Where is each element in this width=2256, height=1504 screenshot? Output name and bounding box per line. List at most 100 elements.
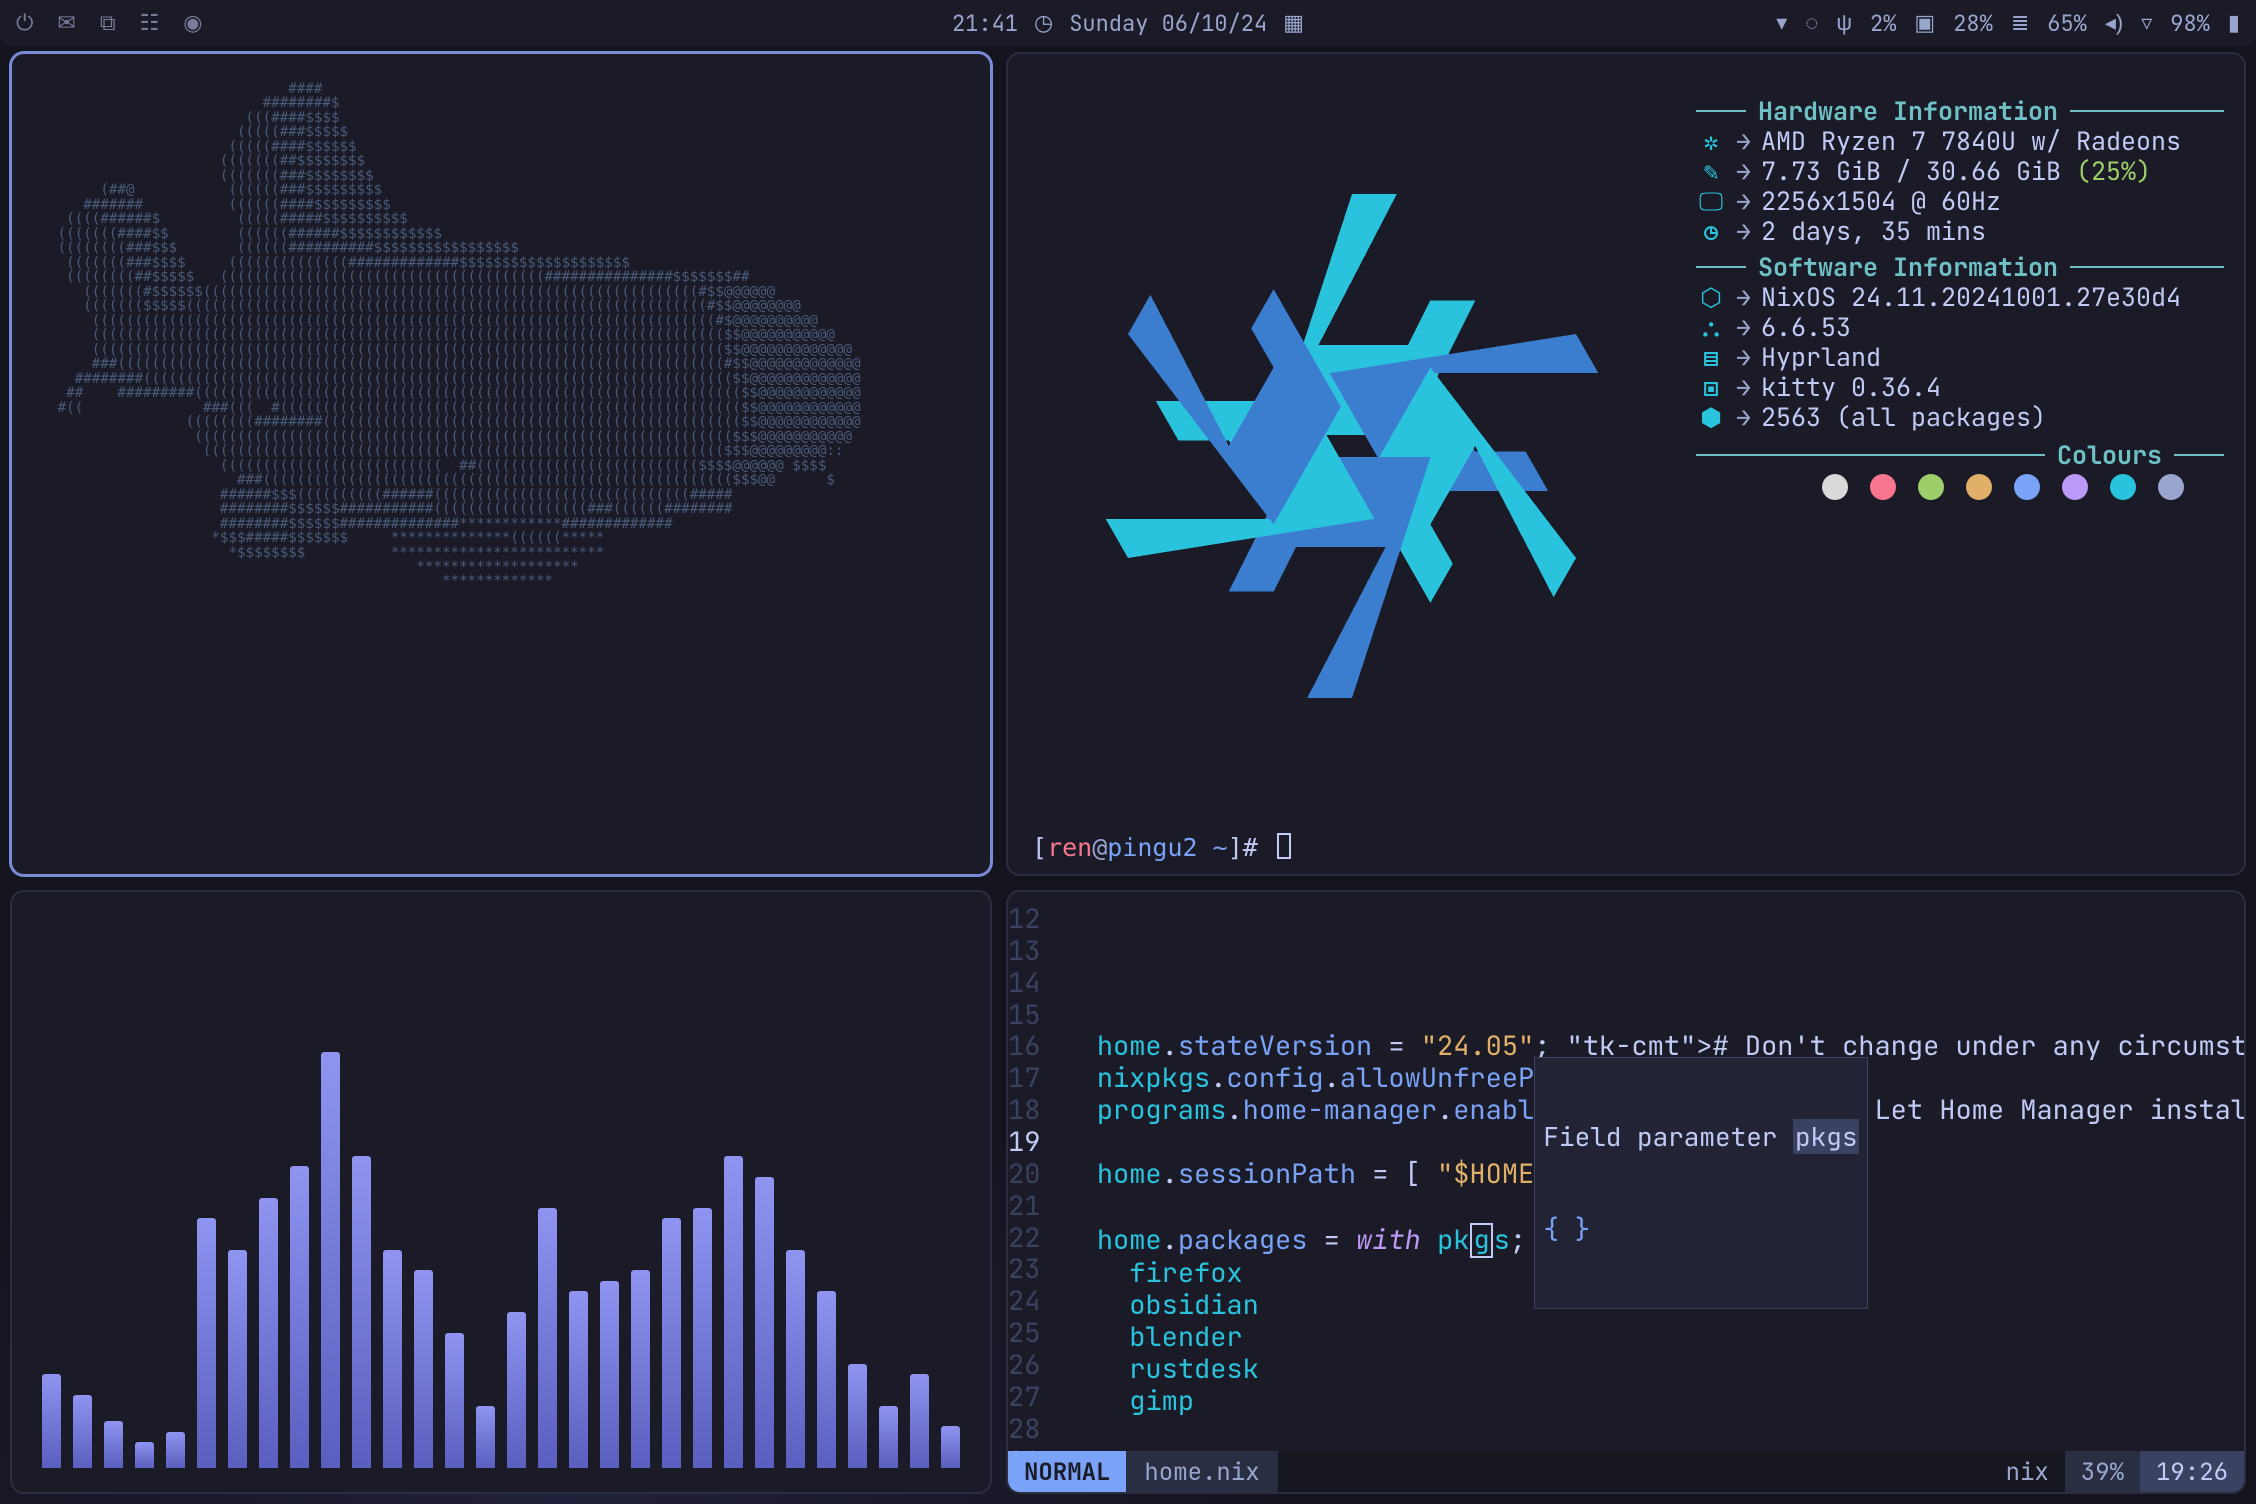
colours-heading: Colours bbox=[2057, 440, 2162, 470]
workspace: #### ########$ (((####$$$$ (((((###$$$$$… bbox=[10, 52, 2246, 1494]
visualizer-bar bbox=[104, 1421, 123, 1468]
code-line[interactable]: blender bbox=[1064, 1322, 2244, 1354]
prompt-host: pingu2 bbox=[1107, 833, 1197, 862]
visualizer-bar bbox=[135, 1442, 154, 1468]
vol-percent: 65% bbox=[2047, 9, 2087, 38]
visualizer-bar bbox=[197, 1218, 216, 1468]
cursor-position-indicator: 19:26 bbox=[2140, 1451, 2244, 1494]
colour-swatches bbox=[1696, 474, 2224, 500]
wifi-icon[interactable]: ▾ bbox=[1776, 10, 1787, 36]
display-value: 2256x1504 @ 60Hz bbox=[1761, 186, 2001, 216]
mode-indicator: NORMAL bbox=[1008, 1451, 1126, 1494]
code-line[interactable]: vscode bbox=[1064, 1450, 2244, 1452]
term-value: kitty 0.36.4 bbox=[1761, 372, 1941, 402]
chat-icon[interactable]: ☷ bbox=[140, 10, 160, 36]
mem-value: 7.73 GiB / 30.66 GiB bbox=[1761, 154, 2061, 188]
battery-icon: ▮ bbox=[2228, 10, 2240, 36]
mail-icon[interactable]: ✉ bbox=[57, 10, 75, 36]
editor-statusline: NORMAL home.nix nix 39% 19:26 bbox=[1008, 1452, 2244, 1492]
visualizer-bar bbox=[569, 1291, 588, 1468]
top-bar-left: ⏻ ✉ ⧉ ☷ ◉ bbox=[16, 10, 203, 36]
mem-icon: ✎ bbox=[1696, 156, 1726, 186]
visualizer-bar bbox=[538, 1208, 557, 1468]
flame-icon[interactable]: ψ bbox=[1836, 10, 1852, 36]
top-bar-center: 21:41 ◷ Sunday 06/10/24 ▦ bbox=[952, 9, 1304, 38]
prompt-symbol: # bbox=[1243, 833, 1258, 862]
colour-swatch bbox=[2014, 474, 2040, 500]
audio-visualizer[interactable] bbox=[10, 890, 992, 1494]
prompt-user: ren bbox=[1047, 833, 1092, 862]
code-area[interactable]: 1213141516171819202122232425262728293031… bbox=[1008, 892, 2244, 1452]
visualizer-bar bbox=[631, 1270, 650, 1468]
uptime-icon: ◷ bbox=[1696, 216, 1726, 246]
mem-pct: (25%) bbox=[2076, 154, 2151, 188]
visualizer-bar bbox=[321, 1052, 340, 1468]
editor-window[interactable]: 1213141516171819202122232425262728293031… bbox=[1006, 890, 2246, 1494]
terminal-fetch[interactable]: Hardware Information ✲→AMD Ryzen 7 7840U… bbox=[1006, 52, 2246, 876]
code-line[interactable] bbox=[1064, 1418, 2244, 1450]
signal-icon: ▿ bbox=[2141, 10, 2152, 36]
visualizer-bar bbox=[166, 1432, 185, 1468]
top-bar: ⏻ ✉ ⧉ ☷ ◉ 21:41 ◷ Sunday 06/10/24 ▦ ▾ ◌ … bbox=[0, 0, 2256, 46]
mem-percent: 28% bbox=[1953, 9, 1993, 38]
ascii-art-rabbit: #### ########$ (((####$$$$ (((((###$$$$$… bbox=[12, 54, 990, 631]
code-line[interactable] bbox=[1064, 1000, 2244, 1032]
visualizer-bar bbox=[693, 1208, 712, 1468]
colour-swatch bbox=[2062, 474, 2088, 500]
colour-swatch bbox=[2110, 474, 2136, 500]
colour-swatch bbox=[1966, 474, 1992, 500]
code-line[interactable]: rustdesk bbox=[1064, 1354, 2244, 1386]
lsp-hint-popup: Field parameter pkgs { } bbox=[1534, 1057, 1868, 1308]
clock-icon: ◷ bbox=[1034, 10, 1053, 36]
visualizer-bar bbox=[910, 1374, 929, 1468]
visualizer-bar bbox=[848, 1364, 867, 1468]
software-heading: Software Information bbox=[1696, 252, 2224, 282]
visualizer-bar bbox=[786, 1250, 805, 1468]
bat-percent: 98% bbox=[2170, 9, 2210, 38]
wm-icon: ▤ bbox=[1696, 342, 1726, 372]
colour-swatch bbox=[1822, 474, 1848, 500]
visualizer-bar bbox=[879, 1406, 898, 1468]
scroll-percent-indicator: 39% bbox=[2065, 1451, 2140, 1494]
speaker-icon[interactable]: ◂) bbox=[2105, 10, 2123, 36]
code-line[interactable]: gimp bbox=[1064, 1386, 2244, 1418]
prompt-cursor bbox=[1277, 833, 1291, 859]
shell-prompt[interactable]: [ren@pingu2 ~]# bbox=[1032, 833, 2224, 862]
os-value: NixOS 24.11.20241001.27e30d4 bbox=[1761, 282, 2181, 312]
nixos-logo bbox=[1072, 166, 1632, 734]
chip-icon: ▣ bbox=[1914, 10, 1935, 36]
visualizer-bar bbox=[817, 1291, 836, 1468]
visualizer-bar bbox=[476, 1406, 495, 1468]
visualizer-bar bbox=[600, 1281, 619, 1468]
visualizer-bar bbox=[724, 1156, 743, 1468]
hint-param: pkgs bbox=[1793, 1119, 1859, 1154]
clock-time: 21:41 bbox=[952, 9, 1018, 38]
os-icon: ⬡ bbox=[1696, 282, 1726, 312]
visualizer-bar bbox=[445, 1333, 464, 1468]
terminal-ascii-art[interactable]: #### ########$ (((####$$$$ (((((###$$$$$… bbox=[10, 52, 992, 876]
hint-title: Field parameter bbox=[1543, 1119, 1777, 1154]
cpu-value: AMD Ryzen 7 7840U w/ Radeons bbox=[1761, 126, 2181, 156]
visualizer-bar bbox=[941, 1426, 960, 1468]
colour-swatch bbox=[1870, 474, 1896, 500]
hardware-heading: Hardware Information bbox=[1696, 96, 2224, 126]
visualizer-bar bbox=[755, 1177, 774, 1468]
kernel-icon: ⛬ bbox=[1696, 312, 1726, 342]
music-icon[interactable]: ◉ bbox=[183, 10, 202, 36]
code-content[interactable]: Field parameter pkgs { } home.stateVersi… bbox=[1064, 904, 2244, 1452]
term-icon: ▣ bbox=[1696, 372, 1726, 402]
display-icon: 🖵 bbox=[1696, 186, 1726, 216]
uptime-value: 2 days, 35 mins bbox=[1761, 216, 1986, 246]
visualizer-bar bbox=[228, 1250, 247, 1468]
calendar-icon[interactable]: ▦ bbox=[1283, 10, 1304, 36]
ring-icon[interactable]: ◌ bbox=[1805, 10, 1818, 36]
visualizer-bar bbox=[352, 1156, 371, 1468]
visualizer-bar bbox=[259, 1198, 278, 1468]
hint-braces: { } bbox=[1543, 1214, 1859, 1245]
colour-swatch bbox=[2158, 474, 2184, 500]
pkg-icon: ⬢ bbox=[1696, 402, 1726, 432]
editor-icon[interactable]: ⧉ bbox=[100, 10, 116, 36]
visualizer-bar bbox=[414, 1270, 433, 1468]
power-icon[interactable]: ⏻ bbox=[16, 10, 33, 36]
visualizer-bar bbox=[42, 1374, 61, 1468]
